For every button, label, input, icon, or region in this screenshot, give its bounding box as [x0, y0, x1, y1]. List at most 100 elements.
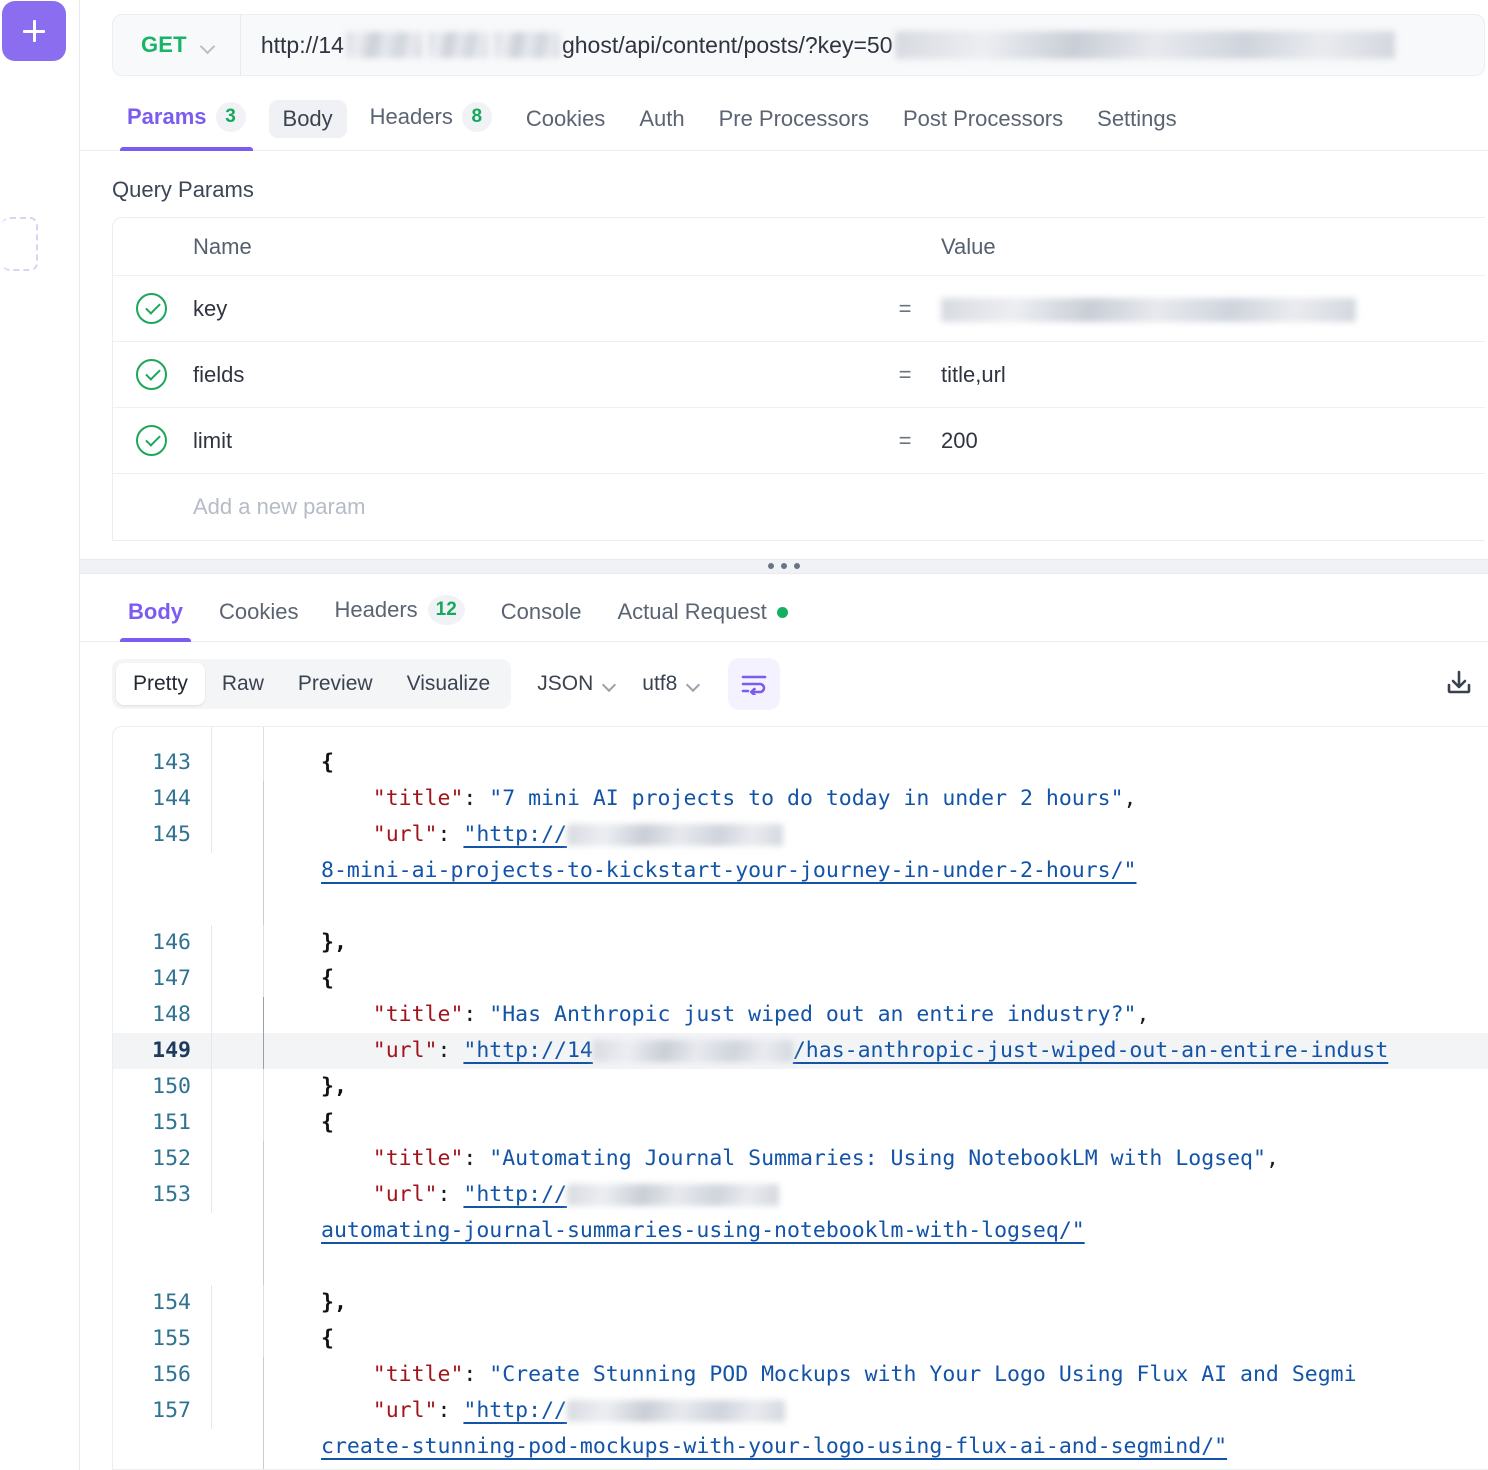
response-tab-console[interactable]: Console	[483, 599, 600, 641]
param-value-key[interactable]	[941, 295, 1485, 321]
code-line: 155 {	[113, 1321, 1488, 1357]
param-value-redacted	[941, 298, 1356, 322]
line-number: 144	[113, 781, 211, 817]
code-text: {	[321, 1110, 334, 1135]
code-line: 143 {	[113, 745, 1488, 781]
json-comma: ,	[1266, 1146, 1279, 1171]
tab-post-processors-label: Post Processors	[903, 106, 1063, 132]
param-enabled-checkbox-limit[interactable]	[113, 425, 189, 456]
json-url-path[interactable]: create-stunning-pod-mockups-with-your-lo…	[321, 1434, 1227, 1459]
table-header-row: Name Value	[113, 218, 1485, 276]
plus-icon	[23, 20, 45, 42]
tab-pre-processors[interactable]: Pre Processors	[702, 106, 886, 150]
json-comma: ,	[1137, 1002, 1150, 1027]
response-body-code-viewer[interactable]: }, 143 { 144 "title": "7 mini AI project…	[112, 726, 1488, 1470]
response-tab-body[interactable]: Body	[110, 599, 201, 641]
url-scheme-text: "http://	[463, 1182, 567, 1207]
charset-dropdown[interactable]: utf8	[642, 672, 700, 696]
add-new-param-placeholder[interactable]: Add a new param	[113, 494, 365, 520]
json-key: "url"	[373, 1398, 438, 1423]
url-prefix-text: http://14	[261, 32, 344, 59]
json-url-link[interactable]: "http://	[463, 1398, 785, 1423]
query-params-section: Query Params Name Value key = fields	[80, 151, 1488, 541]
code-line: 156 "title": "Create Stunning POD Mockup…	[113, 1357, 1488, 1393]
query-params-title: Query Params	[112, 177, 1488, 217]
http-method-selector[interactable]: GET	[113, 15, 241, 75]
format-raw-button[interactable]: Raw	[205, 663, 281, 705]
panel-resize-handle[interactable]	[80, 559, 1488, 574]
toggle-word-wrap-button[interactable]	[728, 658, 780, 710]
url-redacted-host	[567, 824, 783, 846]
add-new-param-row[interactable]: Add a new param	[113, 474, 1485, 540]
param-name-key[interactable]: key	[189, 296, 869, 322]
json-url-link[interactable]: "http://14/has-anthropic-just-wiped-out-…	[463, 1038, 1388, 1063]
json-url-link[interactable]: "http://	[463, 1182, 779, 1207]
response-tab-actual-request[interactable]: Actual Request	[600, 599, 806, 641]
response-tab-console-label: Console	[501, 599, 582, 625]
content-type-dropdown[interactable]: JSON	[537, 672, 616, 696]
param-name-limit[interactable]: limit	[189, 428, 869, 454]
tab-body[interactable]: Body	[269, 100, 347, 138]
equals-sign: =	[869, 428, 941, 454]
param-name-fields[interactable]: fields	[189, 362, 869, 388]
json-url-link[interactable]: "http://	[463, 822, 783, 847]
code-line-partial-top: },	[113, 727, 1488, 745]
rail-placeholder-slot	[2, 217, 38, 271]
status-dot-icon	[777, 607, 788, 618]
tab-post-processors[interactable]: Post Processors	[886, 106, 1080, 150]
line-number: 157	[113, 1393, 211, 1429]
json-comma: ,	[1124, 786, 1137, 811]
code-line: 145 "url": "http://8-mini-ai-projects-to…	[113, 817, 1488, 925]
param-enabled-checkbox-key[interactable]	[113, 293, 189, 324]
code-line: 151 {	[113, 1105, 1488, 1141]
response-tab-headers[interactable]: Headers 12	[316, 595, 482, 641]
response-tab-cookies[interactable]: Cookies	[201, 599, 316, 641]
json-key: "title"	[373, 786, 464, 811]
tab-headers[interactable]: Headers 8	[353, 102, 509, 150]
url-redacted-3	[494, 32, 560, 58]
param-value-fields[interactable]: title,url	[941, 362, 1485, 388]
line-number: 153	[113, 1177, 211, 1213]
code-text: },	[321, 1290, 347, 1315]
tab-auth[interactable]: Auth	[622, 106, 701, 150]
tab-body-label: Body	[283, 106, 333, 132]
format-visualize-button[interactable]: Visualize	[390, 663, 508, 705]
param-value-limit[interactable]: 200	[941, 428, 1485, 454]
json-url-path[interactable]: 8-mini-ai-projects-to-kickstart-your-jou…	[321, 858, 1136, 883]
download-response-button[interactable]	[1436, 660, 1482, 706]
main-panel: GET http://14ghost/api/content/posts/?ke…	[80, 0, 1488, 1470]
equals-sign: =	[869, 362, 941, 388]
param-enabled-checkbox-fields[interactable]	[113, 359, 189, 390]
json-key: "title"	[373, 1362, 464, 1387]
tab-cookies-label: Cookies	[526, 106, 605, 132]
new-request-button[interactable]	[2, 1, 66, 61]
tab-auth-label: Auth	[639, 106, 684, 132]
code-text: },	[321, 1074, 347, 1099]
chevron-down-icon	[687, 680, 700, 688]
response-tab-headers-label: Headers	[334, 597, 417, 623]
code-text: {	[321, 750, 334, 775]
line-number: 146	[113, 925, 211, 961]
format-mode-group: Pretty Raw Preview Visualize	[112, 659, 511, 709]
tab-params[interactable]: Params 3	[110, 102, 263, 150]
code-text: {	[321, 966, 334, 991]
table-row[interactable]: key =	[113, 276, 1485, 342]
format-preview-button[interactable]: Preview	[281, 663, 390, 705]
tab-settings[interactable]: Settings	[1080, 106, 1194, 150]
json-key: "url"	[373, 822, 438, 847]
response-tab-body-label: Body	[128, 599, 183, 625]
json-url-path[interactable]: automating-journal-summaries-using-noteb…	[321, 1218, 1085, 1243]
url-redacted-host	[567, 1400, 785, 1422]
json-colon: :	[463, 1362, 489, 1387]
tab-cookies[interactable]: Cookies	[509, 106, 622, 150]
url-redacted-host	[567, 1184, 779, 1206]
code-lines-container: }, 143 { 144 "title": "7 mini AI project…	[113, 727, 1488, 1470]
table-row[interactable]: limit = 200	[113, 408, 1485, 474]
response-tab-actual-request-label: Actual Request	[618, 599, 767, 625]
json-colon: :	[438, 1182, 464, 1207]
line-number: 155	[113, 1321, 211, 1357]
format-pretty-button[interactable]: Pretty	[116, 663, 205, 705]
table-row[interactable]: fields = title,url	[113, 342, 1485, 408]
code-line: 146 },	[113, 925, 1488, 961]
url-input[interactable]: http://14ghost/api/content/posts/?key=50	[241, 15, 1484, 75]
